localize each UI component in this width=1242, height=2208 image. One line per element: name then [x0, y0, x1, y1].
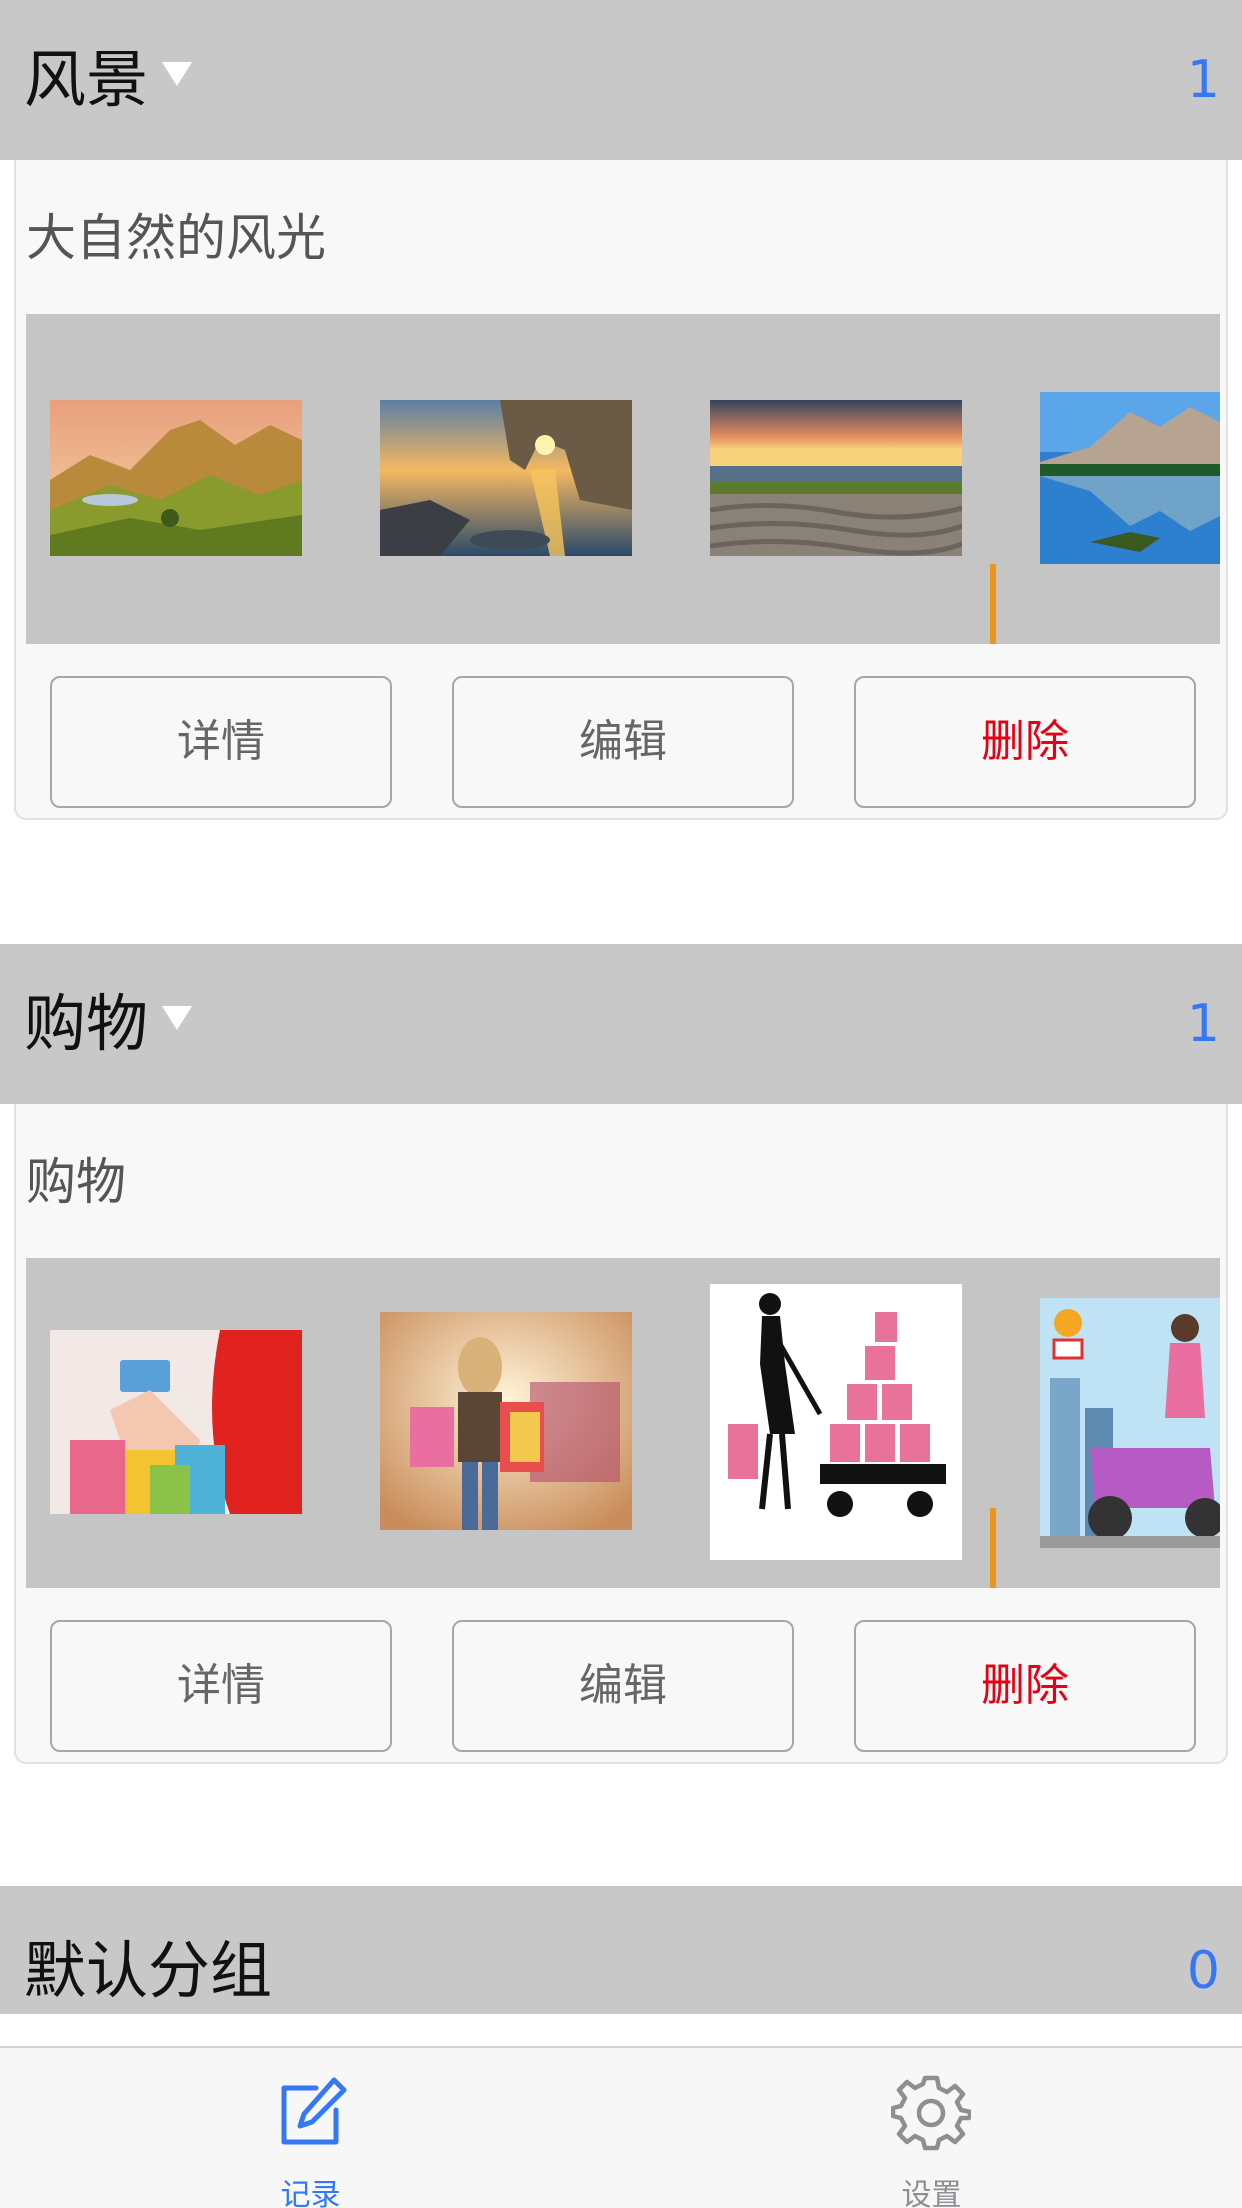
- record-card: 购物 详情 编辑 删除: [14, 1104, 1228, 1764]
- edit-icon: [281, 2077, 347, 2145]
- woman-gift-cart-image: [710, 1284, 962, 1560]
- app-screen: 风景 1 大自然的风光 详情 编辑 删除 购物 1 购物 详情 编辑 删除 默认…: [0, 0, 1242, 2208]
- detail-button[interactable]: 详情: [50, 676, 392, 808]
- image-gallery[interactable]: [26, 1258, 1220, 1588]
- image-gallery[interactable]: [26, 314, 1220, 644]
- caret-down-icon[interactable]: [162, 62, 192, 86]
- thumbnail-image[interactable]: [50, 1330, 302, 1514]
- thumbnail-image[interactable]: [710, 1284, 962, 1560]
- group-count: 0: [1186, 1941, 1220, 2001]
- woman-scooter-image: [1040, 1298, 1220, 1548]
- tab-label: 记录: [280, 2178, 341, 2208]
- thumbnail-image[interactable]: [710, 400, 962, 556]
- sea-rock-arch-image: [380, 400, 632, 556]
- edit-button[interactable]: 编辑: [452, 1620, 794, 1752]
- record-description: 大自然的风光: [26, 209, 326, 267]
- caret-down-icon[interactable]: [162, 1006, 192, 1030]
- edit-button[interactable]: 编辑: [452, 676, 794, 808]
- beach-sunset-image: [710, 400, 962, 556]
- record-card: 大自然的风光 详情 编辑 删除: [14, 160, 1228, 820]
- group-title: 风景: [24, 43, 149, 116]
- thumbnail-image[interactable]: [1040, 392, 1220, 564]
- delete-button[interactable]: 删除: [854, 1620, 1196, 1752]
- thumbnail-image[interactable]: [1040, 1298, 1220, 1548]
- delete-button[interactable]: 删除: [854, 676, 1196, 808]
- mountain-landscape-image: [50, 400, 302, 556]
- group-title: 购物: [24, 987, 149, 1060]
- detail-button[interactable]: 详情: [50, 1620, 392, 1752]
- thumbnail-image[interactable]: [380, 1312, 632, 1530]
- tab-bar: 记录 设置: [0, 2046, 1242, 2208]
- group-title: 默认分组: [24, 1934, 273, 2007]
- record-description: 购物: [26, 1153, 126, 1211]
- thumbnail-image[interactable]: [380, 400, 632, 556]
- thumbnail-image[interactable]: [50, 400, 302, 556]
- group-count: 1: [1186, 994, 1220, 1054]
- tab-records[interactable]: 记录: [0, 2048, 621, 2208]
- group-count: 1: [1186, 50, 1220, 110]
- woman-shopping-bags-image: [380, 1312, 632, 1530]
- scroll-indicator: [990, 1508, 996, 1588]
- lake-mountain-image: [1040, 392, 1220, 564]
- gear-icon: [891, 2075, 971, 2151]
- shopping-bags-card-image: [50, 1330, 302, 1514]
- group-header-shopping[interactable]: 购物 1: [0, 944, 1242, 1104]
- group-header-default[interactable]: 默认分组 0: [0, 1886, 1242, 2014]
- group-header-scenery[interactable]: 风景 1: [0, 0, 1242, 160]
- scroll-indicator: [990, 564, 996, 644]
- tab-settings[interactable]: 设置: [621, 2048, 1242, 2208]
- tab-label: 设置: [901, 2178, 962, 2208]
